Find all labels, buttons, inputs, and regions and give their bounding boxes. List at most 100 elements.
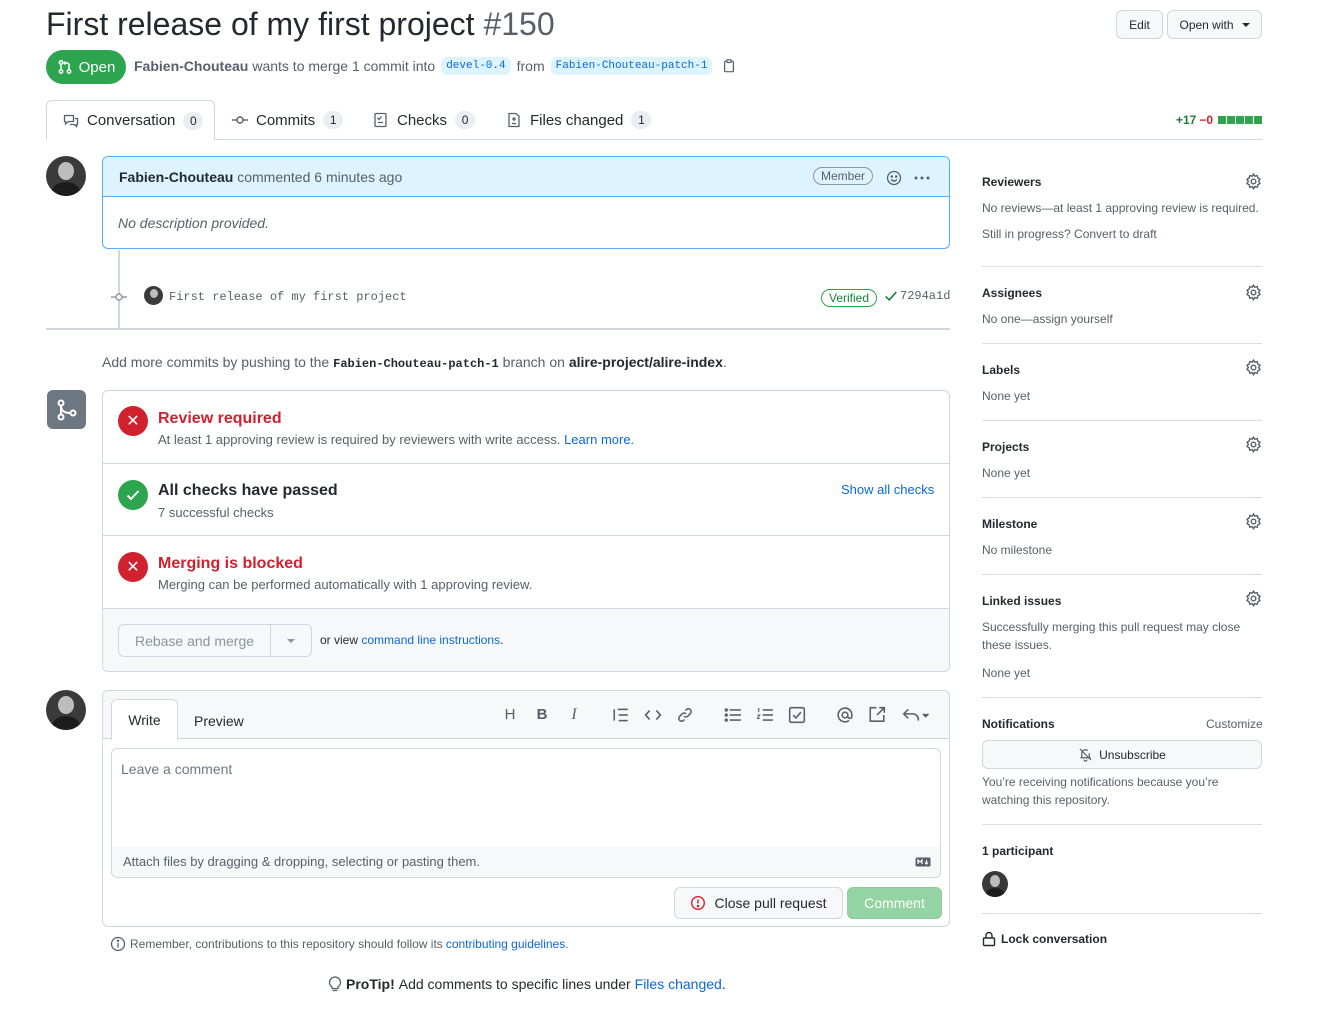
sidebar-reviewers-title[interactable]: Reviewers [982, 175, 1041, 189]
comment-action: commented [237, 168, 311, 185]
learn-more-link[interactable]: Learn more. [564, 432, 634, 447]
commit-status[interactable]: 7294a1d [884, 289, 950, 303]
link-icon[interactable] [676, 706, 694, 724]
cross-reference-icon[interactable] [868, 706, 886, 724]
code-icon[interactable] [644, 706, 662, 724]
author-link[interactable]: Fabien-Chouteau [134, 58, 248, 74]
show-all-checks-link[interactable]: Show all checks [841, 482, 934, 497]
pr-meta: Fabien-Chouteau wants to merge 1 commit … [134, 57, 736, 75]
mention-icon[interactable] [836, 706, 854, 724]
comment-author[interactable]: Fabien-Chouteau [119, 169, 233, 185]
sidebar-projects-title[interactable]: Projects [982, 440, 1029, 454]
tab-checks-count: 0 [455, 111, 476, 129]
sidebar-linked-issues-text: Successfully merging this pull request m… [982, 620, 1241, 652]
kebab-horizontal-icon[interactable] [913, 170, 931, 186]
tab-commits[interactable]: Commits 1 [232, 100, 344, 140]
bell-slash-icon [1079, 748, 1092, 762]
lock-conversation-label: Lock conversation [1001, 932, 1108, 946]
check-circle-icon [118, 480, 148, 510]
gear-icon[interactable] [1245, 513, 1262, 530]
copy-icon[interactable] [722, 59, 736, 73]
sidebar-labels-title[interactable]: Labels [982, 363, 1020, 377]
diffstat[interactable]: +17 −0 [1176, 113, 1263, 127]
sidebar-divider [982, 343, 1262, 344]
contributing-guidelines-link[interactable]: contributing guidelines [446, 937, 565, 951]
diff-additions: +17 [1176, 113, 1197, 127]
lock-conversation-link[interactable]: Lock conversation [982, 931, 1107, 947]
checks-title: All checks have passed [158, 482, 338, 499]
push-hint-prefix: Add more commits by pushing to the [102, 354, 330, 370]
sidebar-milestone-title[interactable]: Milestone [982, 517, 1037, 531]
convert-to-draft-link[interactable]: Still in progress? Convert to draft [982, 225, 1267, 243]
close-pr-button[interactable]: Close pull request [674, 887, 843, 919]
sidebar-assignees-title[interactable]: Assignees [982, 286, 1042, 300]
pr-title: First release of my first project [46, 6, 475, 42]
markdown-icon[interactable] [915, 857, 931, 867]
quote-icon[interactable] [612, 706, 630, 724]
unsubscribe-button[interactable]: Unsubscribe [982, 740, 1262, 769]
commit-sha[interactable]: 7294a1d [900, 289, 950, 303]
tasklist-icon[interactable] [788, 706, 806, 724]
cli-instructions-link[interactable]: command line instructions [361, 633, 500, 647]
edit-label: Edit [1129, 17, 1150, 32]
customize-notifications-link[interactable]: Customize [1206, 717, 1263, 731]
comment-discussion-icon [63, 114, 79, 128]
caret-down-icon [1241, 22, 1250, 27]
tab-write[interactable]: Write [111, 699, 178, 740]
gear-icon[interactable] [1245, 590, 1262, 607]
participant-avatar[interactable] [982, 871, 1008, 897]
merge-box: ✕ Review required At least 1 approving r… [102, 390, 950, 672]
bold-icon[interactable]: B [533, 706, 551, 724]
tab-conversation-label: Conversation [87, 112, 176, 129]
comment-submit-button[interactable]: Comment [847, 887, 942, 919]
commit-message[interactable]: First release of my first project [169, 290, 407, 304]
file-diff-icon [508, 112, 520, 128]
attach-files-bar[interactable]: Attach files by dragging & dropping, sel… [111, 847, 941, 878]
sidebar-assignees-text[interactable]: No one—assign yourself [982, 310, 1267, 328]
push-hint-branch: Fabien-Chouteau-patch-1 [333, 357, 499, 371]
ordered-list-icon[interactable] [756, 706, 774, 724]
unordered-list-icon[interactable] [724, 706, 742, 724]
sidebar-divider [982, 574, 1262, 575]
edit-button[interactable]: Edit [1116, 10, 1163, 39]
head-branch[interactable]: Fabien-Chouteau-patch-1 [550, 57, 713, 75]
files-changed-link[interactable]: Files changed [635, 976, 722, 992]
rebase-merge-button[interactable]: Rebase and merge [118, 624, 271, 657]
tab-checks-label: Checks [397, 111, 448, 129]
gear-icon[interactable] [1245, 436, 1262, 453]
commit-avatar[interactable] [144, 286, 163, 305]
diff-deletions: −0 [1199, 113, 1214, 127]
tab-commits-count: 1 [323, 111, 344, 129]
smiley-icon[interactable] [886, 170, 902, 186]
avatar[interactable] [46, 156, 86, 196]
sidebar-reviewers-text: No reviews—at least 1 approving review i… [982, 201, 1259, 215]
check-icon [885, 291, 897, 302]
sidebar-linked-issues-title[interactable]: Linked issues [982, 594, 1061, 608]
gear-icon[interactable] [1245, 173, 1262, 190]
diffstat-bars [1218, 116, 1263, 124]
comment-header: Fabien-Chouteau commented 6 minutes ago … [103, 157, 949, 197]
merge-method-dropdown[interactable] [270, 624, 312, 657]
sidebar-divider [982, 497, 1262, 498]
gear-icon[interactable] [1245, 284, 1262, 301]
comment-textarea[interactable]: Leave a comment [111, 748, 941, 848]
tab-checks[interactable]: Checks 0 [373, 100, 476, 140]
push-hint-repo[interactable]: alire-project/alire-index [569, 354, 723, 370]
open-with-button[interactable]: Open with [1167, 10, 1262, 39]
verified-badge[interactable]: Verified [821, 289, 878, 307]
blocked-title: Merging is blocked [158, 555, 303, 572]
comment-time[interactable]: 6 minutes ago [314, 169, 402, 185]
sidebar-divider [982, 697, 1262, 698]
state-badge: Open [46, 50, 126, 84]
heading-icon[interactable]: H [501, 706, 519, 724]
reply-icon[interactable] [900, 706, 930, 724]
checks-row: All checks have passed 7 successful chec… [103, 464, 949, 536]
base-branch[interactable]: devel-0.4 [441, 57, 511, 75]
tab-preview[interactable]: Preview [194, 713, 244, 729]
italic-icon[interactable]: I [565, 706, 583, 724]
tab-files-changed[interactable]: Files changed 1 [506, 100, 652, 140]
review-required-title: Review required [158, 410, 282, 427]
avatar[interactable] [46, 690, 86, 730]
gear-icon[interactable] [1245, 359, 1262, 376]
tab-conversation[interactable]: Conversation 0 [46, 100, 215, 140]
